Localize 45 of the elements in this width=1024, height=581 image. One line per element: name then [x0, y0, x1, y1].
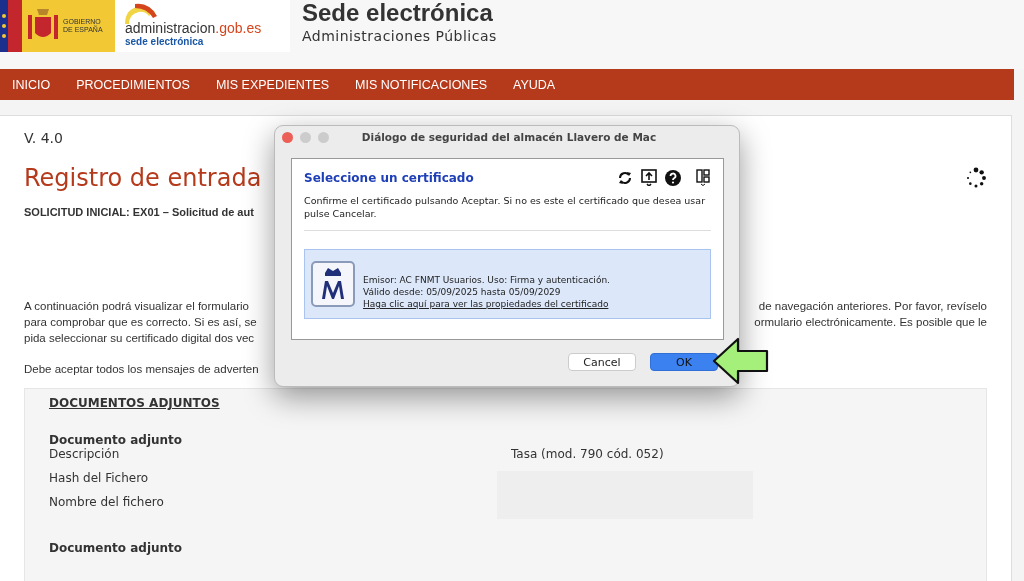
nav-link[interactable]: INICIO: [12, 77, 51, 92]
field-value: Tasa (mod. 790 cód. 052): [510, 447, 665, 461]
paragraph-text: A continuación podrá visualizar el formulario: [24, 299, 249, 314]
logo-domain: .gob.es: [215, 20, 262, 36]
flag-stripe: [8, 0, 22, 52]
ok-button[interactable]: OK: [650, 353, 718, 371]
document-title: Documento adjunto: [49, 541, 184, 555]
flag-icon: [0, 0, 8, 52]
version-label: V. 4.0: [24, 130, 63, 146]
logo-wordmark: administracion: [125, 20, 216, 36]
import-icon[interactable]: [641, 169, 657, 186]
dialog-heading: Seleccione un certificado: [304, 170, 474, 185]
dialog-message: Confirme el certificado pulsando Aceptar. Si no es este el certificado que desea usar pulse Cancelar.: [304, 194, 711, 231]
section-title: DOCUMENTOS ADJUNTOS: [49, 396, 220, 410]
dialog-title: Diálogo de seguridad del almacén Llavero de Mac: [360, 131, 658, 143]
notice-text: Debe aceptar todos los mensajes de adverten: [24, 363, 259, 375]
loading-spinner-icon: [965, 167, 987, 189]
nav-link[interactable]: AYUDA: [513, 77, 556, 92]
nav-link[interactable]: MIS NOTIFICACIONES: [355, 77, 488, 92]
logo-subtitle: sede electrónica: [125, 36, 205, 47]
layout-icon[interactable]: [695, 169, 711, 186]
site-title: Sede electrónica: [302, 0, 494, 26]
close-icon[interactable]: [282, 131, 293, 143]
nav-link[interactable]: MIS EXPEDIENTES: [215, 77, 330, 92]
help-icon[interactable]: [665, 169, 681, 186]
document-title: Documento adjunto: [49, 433, 184, 447]
paragraph-text: para comprobar que es correcto. Si es así, se: [24, 315, 257, 330]
certificate-properties-link[interactable]: Haga clic aquí para ver las propiedades del certificado: [363, 299, 609, 309]
pointer-arrow-icon: [712, 337, 770, 385]
site-subtitle: Administraciones Públicas: [302, 28, 497, 44]
certificate-badge-icon: [311, 261, 355, 307]
paragraph-text: de navegación anteriores. Por favor, revíselo: [758, 299, 987, 314]
cancel-button[interactable]: Cancel: [568, 353, 636, 371]
page-heading: Registro de entrada: [24, 164, 262, 192]
certificate-issuer: Emisor: AC FNMT Usuarios. Uso: Firma y autenticación.: [363, 274, 610, 286]
paragraph-text: ormulario electrónicamente. Es posible que le: [754, 315, 987, 330]
nav-link[interactable]: PROCEDIMIENTOS: [76, 77, 190, 92]
field-label: Descripción: [49, 447, 121, 461]
field-label: Hash del Fichero: [49, 471, 150, 485]
field-label: Nombre del fichero: [49, 495, 165, 509]
request-title: SOLICITUD INICIAL: EX01 – Solicitud de aut: [24, 206, 254, 218]
certificate-item[interactable]: Emisor: AC FNMT Usuarios. Uso: Firma y autenticación. Válido desde: 05/09/2025 hasta 05/09/2029 Haga clic aquí para ver las propiedades del certificado: [304, 249, 711, 319]
paragraph-text: pida seleccionar su certificado digital dos vec: [24, 331, 255, 346]
certificate-validity: Válido desde: 05/09/2025 hasta 05/09/2029: [363, 286, 562, 298]
refresh-icon[interactable]: [617, 169, 633, 186]
